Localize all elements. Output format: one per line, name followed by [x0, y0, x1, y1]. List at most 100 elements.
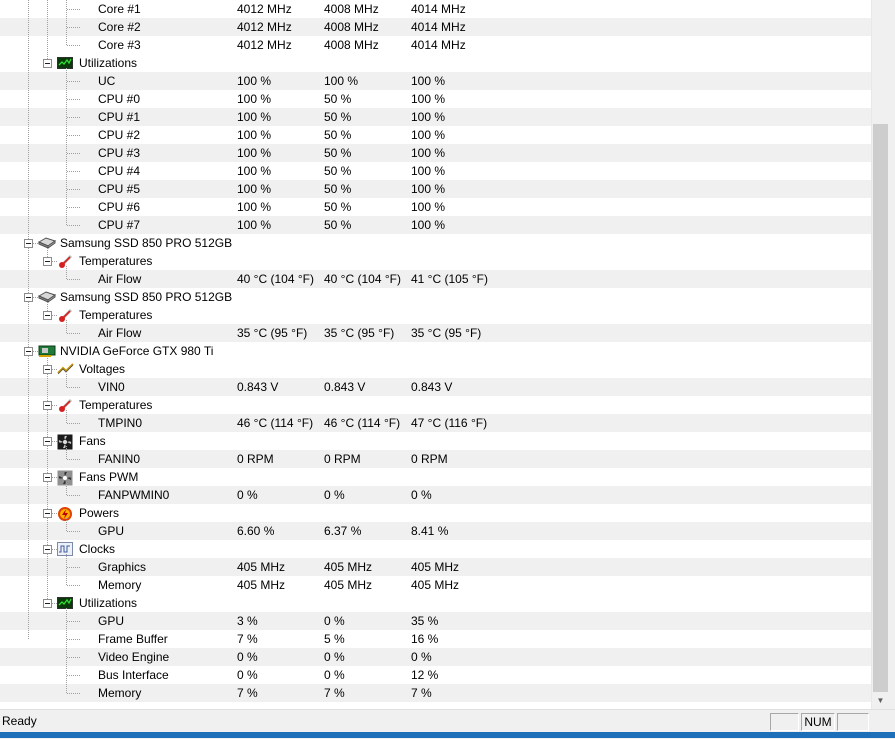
sensor-row[interactable]: TMPIN0 46 °C (114 °F) 46 °C (114 °F) 47 °C … — [0, 414, 871, 432]
fan-icon — [57, 434, 73, 450]
vertical-scrollbar[interactable]: ▼ — [871, 0, 889, 709]
collapse-toggle-icon[interactable] — [43, 365, 52, 374]
collapse-toggle-icon[interactable] — [43, 599, 52, 608]
collapse-toggle-icon[interactable] — [24, 239, 33, 248]
sensor-row[interactable]: Graphics 405 MHz 405 MHz 405 MHz — [0, 558, 871, 576]
tree-node[interactable]: Fans PWM — [0, 468, 871, 486]
sensor-row[interactable]: Bus Interface 0 % 0 % 12 % — [0, 666, 871, 684]
collapse-toggle-icon[interactable] — [43, 59, 52, 68]
sensor-row[interactable]: UC 100 % 100 % 100 % — [0, 72, 871, 90]
collapse-toggle-icon[interactable] — [43, 473, 52, 482]
value-current: 35 °C (95 °F) — [237, 326, 308, 340]
tree-node[interactable]: Samsung SSD 850 PRO 512GB — [0, 234, 871, 252]
sensor-row[interactable]: CPU #6 100 % 50 % 100 % — [0, 198, 871, 216]
tree-connector — [67, 459, 80, 460]
value-max: 100 % — [411, 146, 446, 160]
value-current: 0 RPM — [237, 452, 274, 466]
sensor-row[interactable]: Air Flow 40 °C (104 °F) 40 °C (104 °F) 41 °… — [0, 270, 871, 288]
sensor-row[interactable]: CPU #2 100 % 50 % 100 % — [0, 126, 871, 144]
sensor-row[interactable]: GPU 6.60 % 6.37 % 8.41 % — [0, 522, 871, 540]
tree-connector — [67, 207, 80, 208]
value-max: 405 MHz — [411, 578, 460, 592]
tree-node[interactable]: Samsung SSD 850 PRO 512GB — [0, 288, 871, 306]
sensor-row[interactable]: Memory 405 MHz 405 MHz 405 MHz — [0, 576, 871, 594]
sensor-row[interactable]: Air Flow 35 °C (95 °F) 35 °C (95 °F) 35 °C … — [0, 324, 871, 342]
value-min: 4008 MHz — [324, 38, 379, 52]
tree-node[interactable]: Clocks — [0, 540, 871, 558]
sensor-row[interactable]: Core #3 4012 MHz 4008 MHz 4014 MHz — [0, 36, 871, 54]
tree-connector — [67, 387, 80, 388]
collapse-toggle-icon[interactable] — [24, 347, 33, 356]
value-current: 7 % — [237, 632, 258, 646]
value-min: 50 % — [324, 92, 352, 106]
sensor-tree[interactable]: Core #1 4012 MHz 4008 MHz 4014 MHz Core #2 40… — [0, 0, 871, 709]
value-min: 0.843 V — [324, 380, 366, 394]
tree-connector — [66, 68, 67, 225]
value-current: 40 °C (104 °F) — [237, 272, 314, 286]
tree-node[interactable]: Utilizations — [0, 54, 871, 72]
sensor-label: Bus Interface — [98, 668, 169, 682]
sensor-label: CPU #4 — [98, 164, 141, 178]
collapse-toggle-icon[interactable] — [43, 509, 52, 518]
sensor-row[interactable]: CPU #7 100 % 50 % 100 % — [0, 216, 871, 234]
collapse-toggle-icon[interactable] — [43, 401, 52, 410]
value-current: 100 % — [237, 110, 272, 124]
collapse-toggle-icon[interactable] — [24, 293, 33, 302]
value-current: 4012 MHz — [237, 20, 292, 34]
sensor-row[interactable]: FANIN0 0 RPM 0 RPM 0 RPM — [0, 450, 871, 468]
tree-connector — [67, 639, 80, 640]
sensor-row[interactable]: CPU #1 100 % 50 % 100 % — [0, 108, 871, 126]
sensor-row[interactable]: GPU 3 % 0 % 35 % — [0, 612, 871, 630]
value-current: 405 MHz — [237, 578, 286, 592]
tree-node[interactable]: Temperatures — [0, 306, 871, 324]
sensor-label: CPU #5 — [98, 182, 141, 196]
value-max: 35 % — [411, 614, 439, 628]
value-current: 6.60 % — [237, 524, 275, 538]
tree-node[interactable]: Utilizations — [0, 594, 871, 612]
collapse-toggle-icon[interactable] — [43, 545, 52, 554]
thermometer-icon — [57, 398, 73, 412]
sensor-row[interactable]: VIN0 0.843 V 0.843 V 0.843 V — [0, 378, 871, 396]
value-current: 3 % — [237, 614, 258, 628]
tree-node[interactable]: Temperatures — [0, 252, 871, 270]
sensor-label: Powers — [79, 506, 120, 520]
collapse-toggle-icon[interactable] — [43, 257, 52, 266]
sensor-label: Temperatures — [79, 254, 153, 268]
sensor-row[interactable]: Video Engine 0 % 0 % 0 % — [0, 648, 871, 666]
tree-node[interactable]: Temperatures — [0, 396, 871, 414]
tree-node[interactable]: Fans — [0, 432, 871, 450]
scrollbar-thumb[interactable] — [873, 124, 888, 692]
value-current: 0 % — [237, 650, 258, 664]
tree-node[interactable]: Voltages — [0, 360, 871, 378]
value-max: 0 % — [411, 650, 432, 664]
tree-node[interactable]: NVIDIA GeForce GTX 980 Ti — [0, 342, 871, 360]
sensor-row[interactable]: CPU #4 100 % 50 % 100 % — [0, 162, 871, 180]
tree-node[interactable]: Powers — [0, 504, 871, 522]
value-current: 100 % — [237, 146, 272, 160]
tree-connector — [67, 423, 80, 424]
sensor-row[interactable]: Core #1 4012 MHz 4008 MHz 4014 MHz — [0, 0, 871, 18]
sensor-row[interactable]: Core #2 4012 MHz 4008 MHz 4014 MHz — [0, 18, 871, 36]
voltage-icon — [57, 362, 74, 376]
sensor-label: UC — [98, 74, 116, 88]
value-max: 100 % — [411, 92, 446, 106]
sensor-label: CPU #3 — [98, 146, 141, 160]
value-current: 46 °C (114 °F) — [237, 416, 314, 430]
sensor-label: CPU #0 — [98, 92, 141, 106]
scroll-down-arrow-icon[interactable]: ▼ — [872, 692, 889, 709]
sensor-row[interactable]: CPU #5 100 % 50 % 100 % — [0, 180, 871, 198]
value-min: 50 % — [324, 200, 352, 214]
sensor-label: Video Engine — [98, 650, 170, 664]
sensor-row[interactable]: CPU #3 100 % 50 % 100 % — [0, 144, 871, 162]
collapse-toggle-icon[interactable] — [43, 311, 52, 320]
tree-connector — [67, 153, 80, 154]
sensor-row[interactable]: Memory 7 % 7 % 7 % — [0, 684, 871, 702]
sensor-row[interactable]: CPU #0 100 % 50 % 100 % — [0, 90, 871, 108]
sensor-label: Fans — [79, 434, 106, 448]
sensor-row[interactable]: Frame Buffer 7 % 5 % 16 % — [0, 630, 871, 648]
tree-connector — [66, 410, 67, 423]
value-min: 0 % — [324, 668, 345, 682]
sensor-row[interactable]: FANPWMIN0 0 % 0 % 0 % — [0, 486, 871, 504]
collapse-toggle-icon[interactable] — [43, 437, 52, 446]
value-current: 0 % — [237, 488, 258, 502]
